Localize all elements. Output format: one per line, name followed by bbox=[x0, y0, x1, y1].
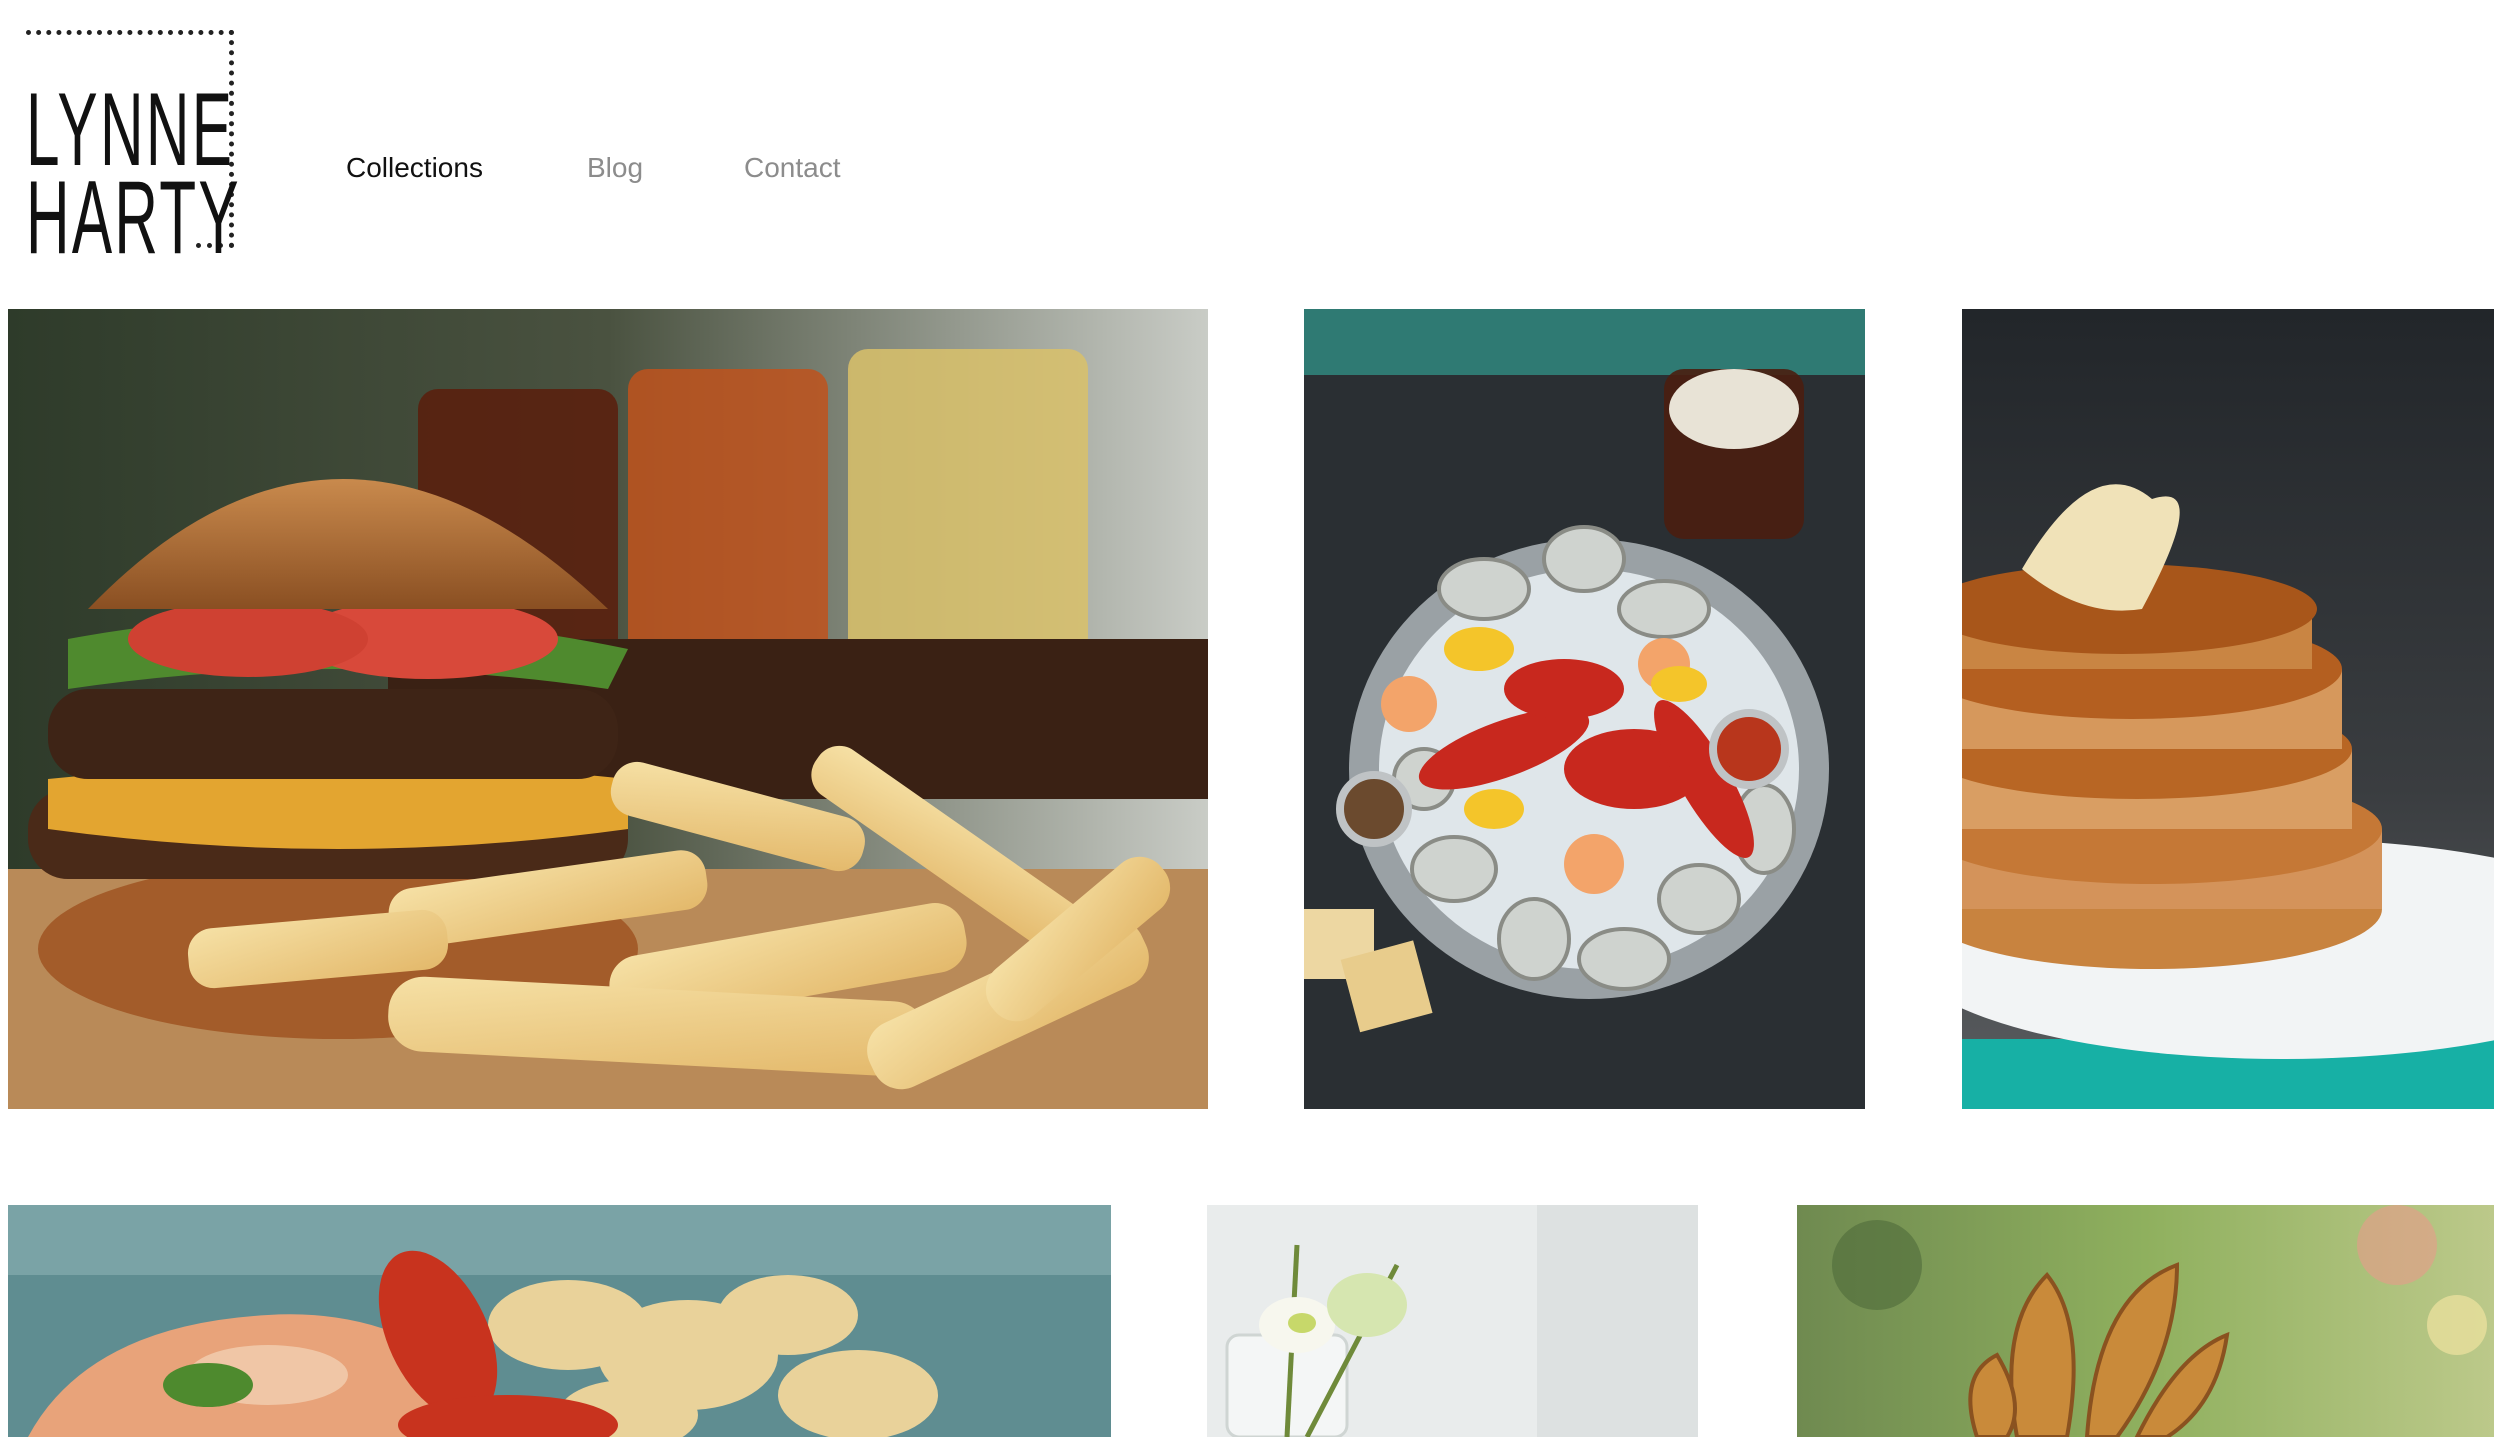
logo-line-2: HARTY bbox=[26, 160, 241, 276]
nav-blog[interactable]: Blog bbox=[587, 152, 643, 184]
gallery-photo-fried-chips[interactable] bbox=[1797, 1205, 2494, 1437]
site-logo[interactable]: LYNNE HARTY bbox=[26, 30, 239, 270]
gallery-photo-lobster-roll[interactable] bbox=[8, 1205, 1111, 1437]
nav-contact[interactable]: Contact bbox=[744, 152, 841, 184]
nav-collections[interactable]: Collections bbox=[346, 152, 483, 184]
gallery-photo-burger[interactable] bbox=[8, 309, 1208, 1109]
logo-dotted-border-top bbox=[26, 30, 234, 35]
gallery-photo-seafood[interactable] bbox=[1304, 309, 1865, 1109]
gallery-photo-flowers[interactable] bbox=[1207, 1205, 1698, 1437]
gallery-photo-pancakes[interactable] bbox=[1962, 309, 2494, 1109]
